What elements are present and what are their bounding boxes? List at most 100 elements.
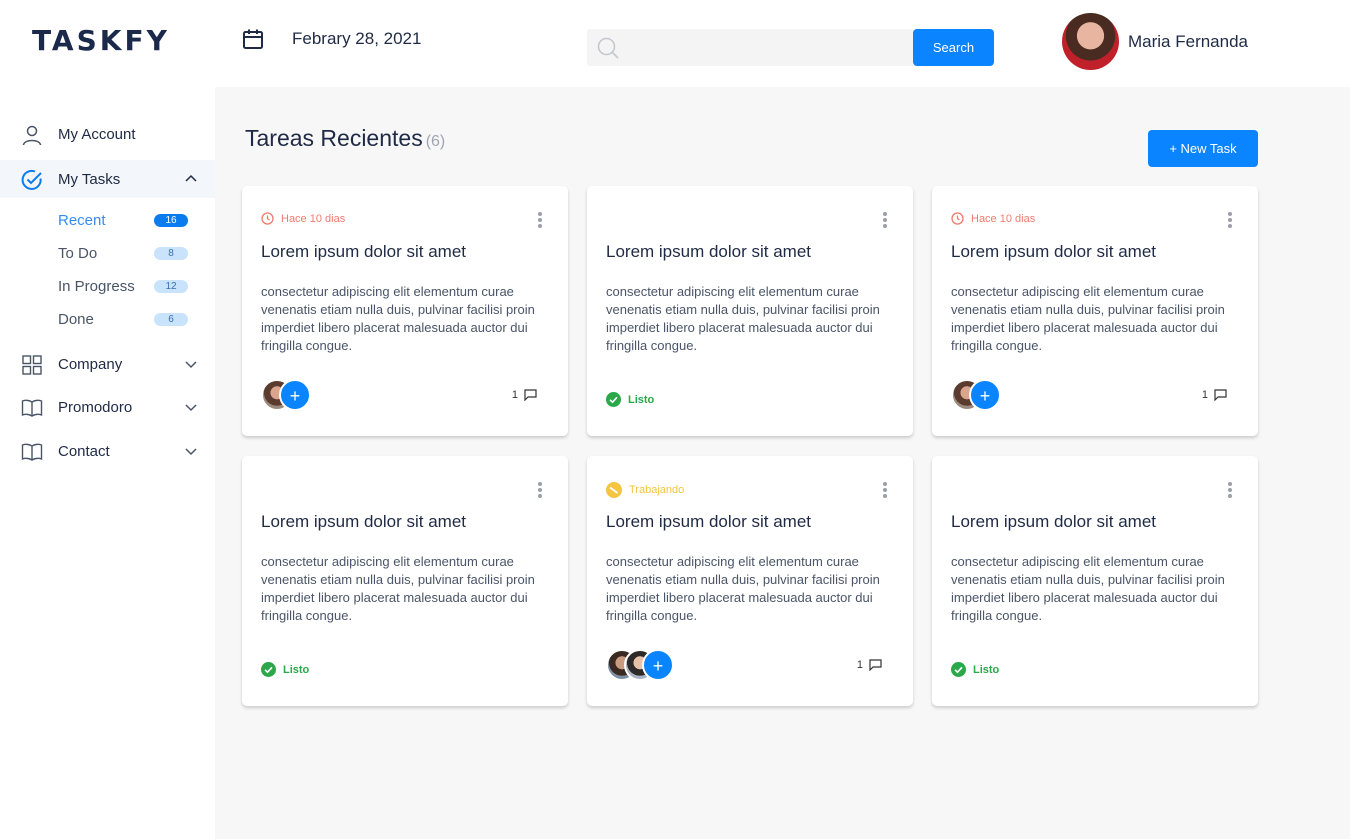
- card-title: Lorem ipsum dolor sit amet: [606, 512, 812, 531]
- avatar[interactable]: [1062, 13, 1119, 70]
- progress-icon: [606, 482, 622, 498]
- new-task-button[interactable]: + New Task: [1148, 130, 1258, 167]
- header: TASKFY Febrary 28, 2021 Search Maria Fer…: [0, 0, 1350, 87]
- card-title: Lorem ipsum dolor sit amet: [951, 242, 1157, 261]
- book-icon: [21, 399, 43, 417]
- status-text: Hace 10 dias: [971, 212, 1036, 225]
- card-description: consectetur adipiscing elit elementum cu…: [261, 284, 535, 353]
- card-description: consectetur adipiscing elit elementum cu…: [261, 554, 535, 623]
- current-date: Febrary 28, 2021: [292, 29, 422, 48]
- more-options-icon[interactable]: [1228, 212, 1232, 230]
- subitem-label: Recent: [58, 211, 106, 229]
- date-display: Febrary 28, 2021: [242, 28, 421, 50]
- task-card[interactable]: Lorem ipsum dolor sit amet consectetur a…: [932, 456, 1258, 706]
- sidebar-item-company[interactable]: Company: [0, 345, 215, 383]
- comment-icon: [1214, 389, 1227, 401]
- subitem-label: Done: [58, 310, 94, 328]
- more-options-icon[interactable]: [1228, 482, 1232, 500]
- card-description: consectetur adipiscing elit elementum cu…: [951, 554, 1225, 623]
- sidebar-item-label: Promodoro: [58, 398, 133, 416]
- more-options-icon[interactable]: [538, 482, 542, 500]
- more-options-icon[interactable]: [883, 482, 887, 500]
- add-assignee-button[interactable]: +: [969, 379, 1001, 411]
- card-title: Lorem ipsum dolor sit amet: [261, 512, 467, 531]
- comment-count[interactable]: 1: [1202, 389, 1227, 401]
- check-circle-icon: [951, 662, 966, 677]
- status-text: Listo: [628, 393, 655, 406]
- card-description: consectetur adipiscing elit elementum cu…: [606, 284, 880, 353]
- task-card[interactable]: Lorem ipsum dolor sit amet consectetur a…: [587, 186, 913, 436]
- task-count: (6): [425, 133, 446, 150]
- more-options-icon[interactable]: [883, 212, 887, 230]
- sidebar-item-label: My Account: [58, 125, 136, 143]
- more-options-icon[interactable]: [538, 212, 542, 230]
- status-overdue: Hace 10 dias: [261, 212, 345, 225]
- card-description: consectetur adipiscing elit elementum cu…: [606, 554, 880, 623]
- search-input[interactable]: [625, 29, 905, 66]
- user-profile[interactable]: Maria Fernanda: [1062, 13, 1248, 70]
- clock-icon: [951, 212, 964, 225]
- status-text: Hace 10 dias: [281, 212, 346, 225]
- search-button[interactable]: Search: [913, 29, 994, 66]
- chevron-up-icon[interactable]: [184, 172, 198, 186]
- comment-count-text: 1: [856, 659, 863, 671]
- status-done: Listo: [951, 662, 999, 677]
- sidebar-item-my-tasks[interactable]: My Tasks: [0, 160, 215, 198]
- card-title: Lorem ipsum dolor sit amet: [951, 512, 1157, 531]
- card-title: Lorem ipsum dolor sit amet: [261, 242, 467, 261]
- check-circle-icon: [261, 662, 276, 677]
- comment-count[interactable]: 1: [512, 389, 537, 401]
- status-done: Listo: [261, 662, 309, 677]
- sidebar-item-label: My Tasks: [58, 170, 121, 188]
- count-badge: 8: [154, 246, 188, 260]
- sidebar-subitem-recent[interactable]: Recent 16: [58, 208, 188, 232]
- comment-icon: [524, 389, 537, 401]
- count-badge: 6: [154, 312, 188, 326]
- add-assignee-button[interactable]: +: [279, 379, 311, 411]
- sidebar-item-contact[interactable]: Contact: [0, 432, 215, 470]
- chevron-down-icon[interactable]: [184, 357, 198, 371]
- status-overdue: Hace 10 dias: [951, 212, 1035, 225]
- sidebar-item-my-account[interactable]: My Account: [0, 115, 215, 153]
- assignees: +: [261, 379, 311, 411]
- user-name: Maria Fernanda: [1128, 31, 1249, 51]
- comment-count-text: 1: [511, 389, 518, 401]
- user-icon: [22, 125, 42, 146]
- card-description: consectetur adipiscing elit elementum cu…: [951, 284, 1225, 353]
- grid-icon: [22, 355, 42, 375]
- add-assignee-button[interactable]: +: [642, 649, 674, 681]
- sidebar-subitem-done[interactable]: Done 6: [58, 307, 188, 331]
- comment-count-text: 1: [1201, 389, 1208, 401]
- page-title: Tareas Recientes (6): [245, 125, 445, 152]
- count-badge: 16: [154, 213, 188, 227]
- status-done: Listo: [606, 392, 654, 407]
- count-badge: 12: [154, 279, 188, 293]
- assignees: +: [606, 649, 674, 681]
- comment-count[interactable]: 1: [857, 659, 882, 671]
- task-card[interactable]: Trabajando Lorem ipsum dolor sit amet co…: [587, 456, 913, 706]
- status-text: Listo: [973, 663, 1000, 676]
- task-card[interactable]: Lorem ipsum dolor sit amet consectetur a…: [242, 456, 568, 706]
- book-icon: [21, 443, 43, 461]
- sidebar-subitem-to-do[interactable]: To Do 8: [58, 241, 188, 265]
- status-text: Trabajando: [629, 484, 685, 496]
- app-logo[interactable]: TASKFY: [32, 24, 170, 57]
- assignees: +: [951, 379, 1001, 411]
- task-card[interactable]: Hace 10 dias Lorem ipsum dolor sit amet …: [932, 186, 1258, 436]
- sidebar-item-label: Company: [58, 355, 123, 373]
- subitem-label: In Progress: [58, 277, 135, 295]
- chevron-down-icon[interactable]: [184, 400, 198, 414]
- check-circle-icon: [606, 392, 621, 407]
- search-box: [587, 29, 913, 66]
- sidebar-subitem-in-progress[interactable]: In Progress 12: [58, 274, 188, 298]
- clock-icon: [261, 212, 274, 225]
- sidebar-item-label: Contact: [58, 442, 110, 460]
- calendar-icon[interactable]: [242, 28, 264, 50]
- main-content: Tareas Recientes (6) + New Task Hace 10 d…: [215, 87, 1350, 839]
- sidebar: My Account My Tasks Recent 16 To Do 8 In…: [0, 87, 215, 839]
- sidebar-item-promodoro[interactable]: Promodoro: [0, 388, 215, 426]
- task-card[interactable]: Hace 10 dias Lorem ipsum dolor sit amet …: [242, 186, 568, 436]
- search-icon: [597, 37, 619, 59]
- status-working: Trabajando: [606, 482, 684, 498]
- chevron-down-icon[interactable]: [184, 444, 198, 458]
